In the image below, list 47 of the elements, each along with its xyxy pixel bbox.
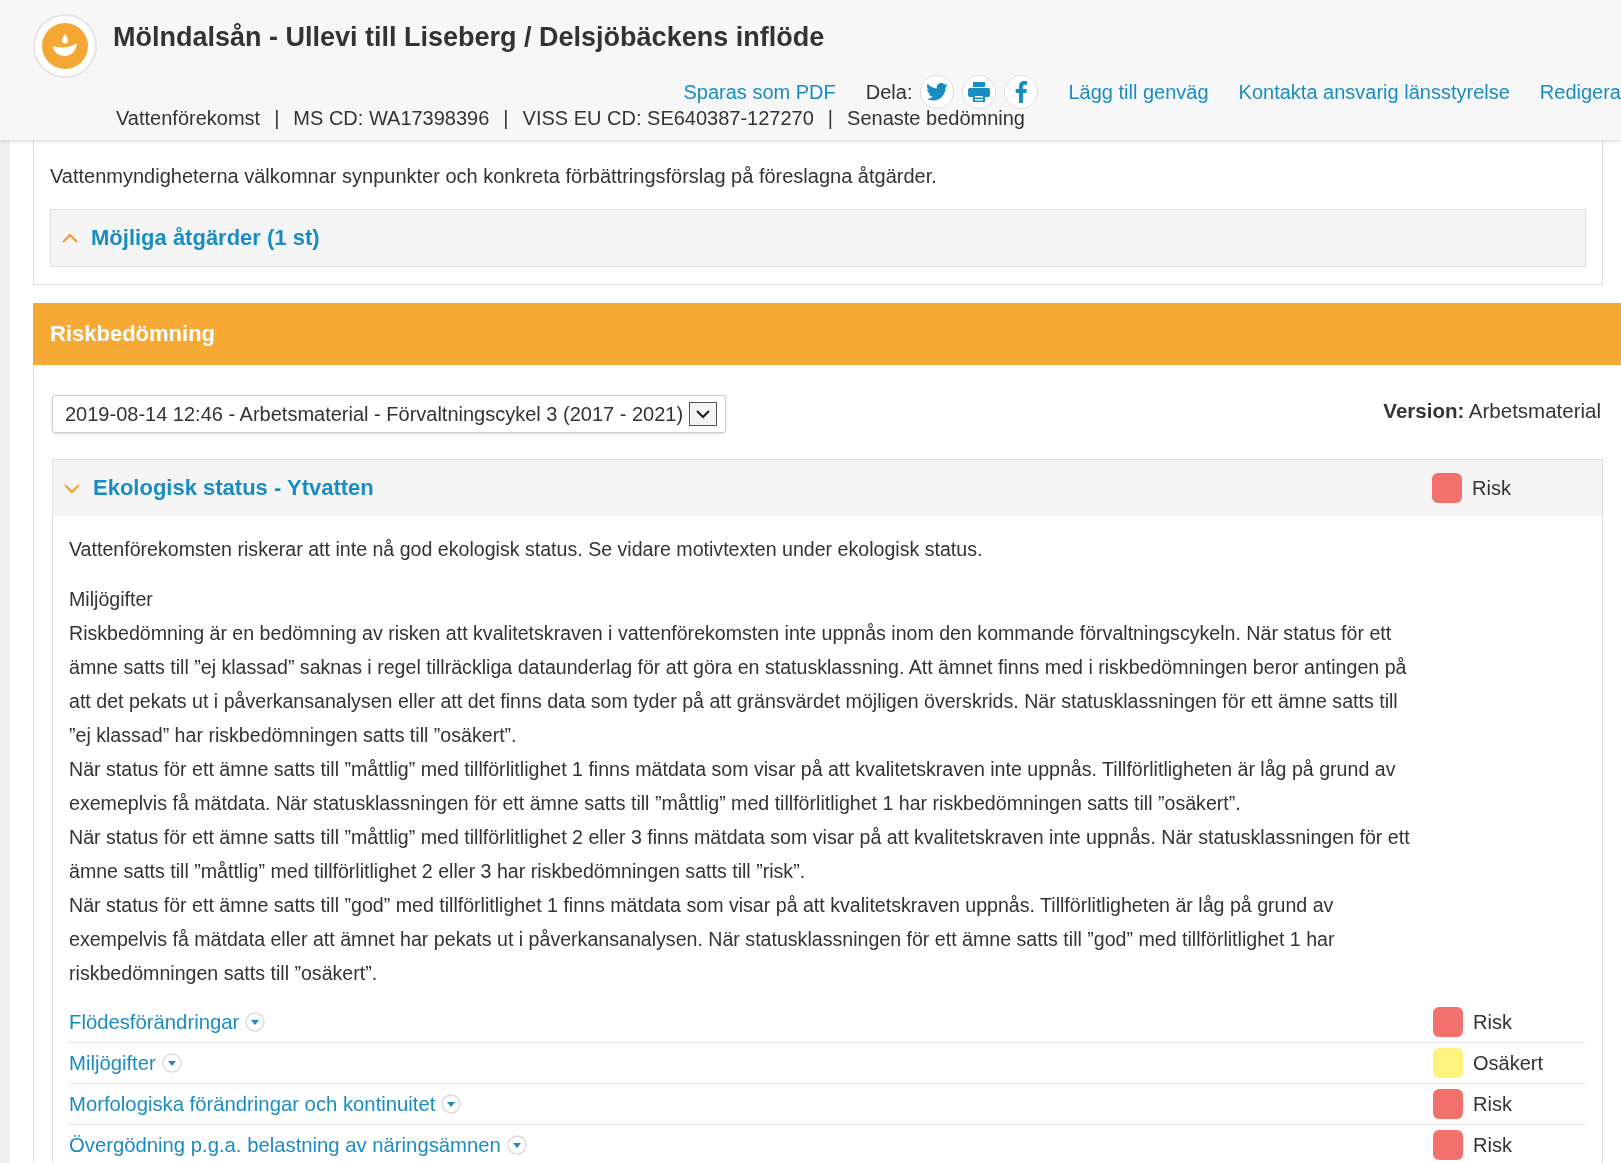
share-label: Dela: [865,80,913,104]
info-text: | [503,107,509,130]
share-button[interactable] [920,75,955,109]
page-title: Mölndalsån - Ullevi till Liseberg / Delsjöbäckens inflöde [113,22,826,53]
summary-text: Vattenförekomsten riskerar att inte nå god ekologisk status. Se vidare motivtexten under ekologisk status. [69,537,984,562]
factor-link[interactable]: Övergödning p.g.a. belastning av näringsämnen [69,1133,501,1157]
header-link[interactable]: Lägg till genväg [1068,80,1209,104]
info-text: Vattenförekomst [116,107,261,130]
accordion-title[interactable]: Möjliga åtgärder (1 st) [91,225,320,251]
factor-link[interactable]: Miljögifter [69,1051,156,1075]
intro-text: Vattenmyndigheterna välkomnar synpunkter och konkreta förbättringsförslag på föreslagna åtgärder. [50,164,938,189]
paragraph: När status för ett ämne satts till ”god” med tillförlitlighet 1 finns mätdata som visar på att kvalitetskraven uppnås. Tillförlitligheten är låg på grund av exempelvis få mätdata eller att ämnet har pekats ut i påverkansanalysen. När statusklassningen för ett ämne satts till ”god” med tillförlitlighet 1 har riskbedömningen satts till ”osäkert”. [69,893,1336,986]
status-label: Risk [1473,1092,1512,1116]
share-button[interactable] [962,75,997,109]
bird-icon [926,83,949,101]
chevron-up-icon[interactable] [61,232,79,244]
status-label: Risk [1472,476,1511,500]
accordion-title[interactable]: Ekologisk status - Ytvatten [93,475,374,501]
expand-icon[interactable] [161,1053,182,1073]
share-button[interactable] [1004,75,1039,109]
dropdown-icon[interactable] [689,402,718,426]
version-text: Version: Arbetsmaterial [1383,399,1601,423]
printer-icon [968,82,991,102]
info-text: | [274,107,280,130]
expand-icon[interactable] [245,1012,266,1032]
expand-icon[interactable] [441,1094,462,1114]
pdf-link[interactable]: Sparas som PDF [683,80,836,104]
header-link[interactable]: Kontakta ansvarig länsstyrelse [1238,80,1510,104]
status-label: Risk [1473,1010,1512,1034]
version-select[interactable]: 2019-08-14 12:46 - Arbetsmaterial - Förvaltningscykel 3 (2017 - 2021) [52,395,727,433]
section-title: Riskbedömning [50,321,215,347]
info-text: VISS EU CD: SE640387-127270 [522,107,814,130]
paragraph: Riskbedömning är en bedömning av risken att kvalitetskraven i vattenförekomsten inte uppnås inom den kommande förvaltningscykeln. När status för ett ämne satts till ”ej klassad” saknas i regel tillräckliga dataunderlag för att göra en statusklassning. Att ämnet finns med i riskbedömningen beror antingen på att det pekats ut i påverkansanalysen eller att det finns data som tyder på att gränsvärdet möjligen överskrids. När statusklassningen för ett ämne satts till ”ej klassad” har riskbedömningen satts till ”osäkert”. [69,621,1408,748]
expand-icon[interactable] [506,1135,527,1155]
status-label: Risk [1473,1133,1512,1157]
chevron-down-icon[interactable] [63,482,81,494]
info-text: Senaste bedömning [847,107,1025,130]
paragraph: När status för ett ämne satts till ”måttlig” med tillförlitlighet 1 finns mätdata som visar på att kvalitetskraven inte uppnås. Tillförlitligheten är låg på grund av exemeplvis få mätdata. När statusklassningen för ett ämne satts till ”måttlig” med tillförlitlighet 1 har riskbedömningen satts till ”osäkert”. [69,757,1397,816]
info-text: | [827,107,834,130]
info-text: MS CD: WA17398396 [293,107,490,130]
facebook-icon [1015,81,1028,103]
subheading: Miljögifter [69,587,154,612]
header-link[interactable]: Redigera [1539,80,1621,104]
factor-link[interactable]: Flödesförändringar [69,1010,240,1034]
factor-link[interactable]: Morfologiska förändringar och kontinuitet [69,1092,436,1116]
status-label: Osäkert [1473,1051,1544,1075]
paragraph: När status för ett ämne satts till ”måttlig” med tillförlitlighet 2 eller 3 finns mätdata som visar på att kvalitetskraven inte uppnås. När statusklassningen för ett ämne satts till ”måttlig” med tillförlitlighet 2 eller 3 har riskbedömningen satts till ”risk”. [69,825,1411,884]
